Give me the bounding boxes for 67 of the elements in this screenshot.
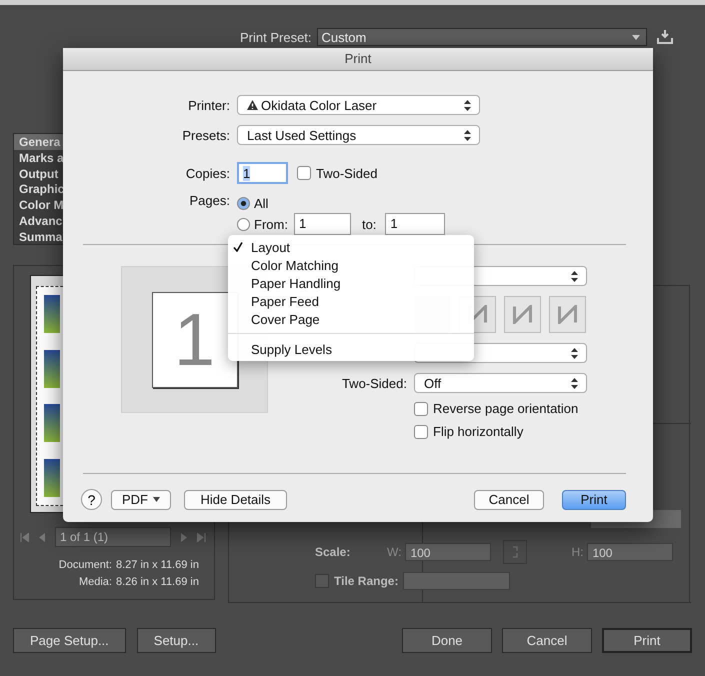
- pages-label: Pages:: [188, 193, 230, 208]
- hide-details-button[interactable]: Hide Details: [184, 490, 287, 510]
- pdf-menu-button[interactable]: PDF: [111, 490, 171, 510]
- stepper-arrows-icon: [571, 348, 578, 358]
- from-page-field[interactable]: 1: [294, 213, 351, 235]
- caret-icon: [153, 497, 160, 502]
- stepper-arrows-icon: [571, 270, 578, 282]
- last-page-icon[interactable]: [197, 532, 206, 542]
- stepper-arrows-icon: [464, 100, 471, 110]
- document-label: Document:: [58, 559, 112, 573]
- option-checkbox[interactable]: [414, 402, 428, 416]
- page-range-label: All: [254, 196, 268, 210]
- dialog-button[interactable]: Done: [402, 628, 492, 653]
- layout-direction-button[interactable]: [549, 296, 586, 333]
- tile-range-checkbox[interactable]: [315, 574, 329, 588]
- to-page-field[interactable]: 1: [385, 213, 446, 235]
- media-size: 8.26 in x 11.69 in: [116, 576, 199, 590]
- cancel-button[interactable]: Cancel: [474, 490, 544, 510]
- dialog-button[interactable]: Print: [602, 628, 692, 653]
- two-sided-select[interactable]: Off: [414, 373, 587, 393]
- previous-page-icon[interactable]: [39, 532, 45, 542]
- print-preset-label: Print Preset:: [240, 30, 312, 44]
- scale-label: Scale:: [315, 545, 352, 559]
- sheet-title: Print: [63, 48, 653, 71]
- print-preset-select[interactable]: Custom: [316, 28, 647, 46]
- option-label: Flip horizontally: [433, 424, 524, 439]
- layout-direction-button[interactable]: [504, 296, 541, 333]
- document-size: 8.27 in x 11.69 in: [116, 559, 199, 573]
- presets-label: Presets:: [181, 128, 230, 142]
- page-preview: 1: [152, 292, 238, 388]
- menu-item[interactable]: Layout: [228, 238, 474, 256]
- printer-label: Printer:: [187, 98, 230, 112]
- height-label: H:: [571, 545, 584, 559]
- dialog-button[interactable]: Page Setup...: [13, 628, 126, 653]
- copies-field[interactable]: 1: [237, 162, 288, 184]
- to-label: to:: [362, 216, 376, 232]
- menu-item[interactable]: Paper Handling: [228, 274, 474, 292]
- height-field[interactable]: 100: [587, 543, 674, 561]
- presets-select[interactable]: Last Used Settings: [237, 125, 480, 145]
- option-checkbox[interactable]: [414, 424, 428, 438]
- first-page-icon[interactable]: [20, 532, 29, 542]
- print-button[interactable]: Print: [562, 490, 626, 510]
- dialog-button[interactable]: Cancel: [502, 628, 592, 653]
- download-icon[interactable]: [656, 30, 673, 44]
- page-number-field[interactable]: 1 of 1 (1): [55, 527, 171, 547]
- tile-range-field[interactable]: [403, 572, 510, 590]
- two-sided-label: Two-Sided: [316, 166, 378, 180]
- caret-icon: [632, 34, 640, 40]
- page-range-radio[interactable]: [237, 196, 250, 210]
- two-sided-checkbox[interactable]: [297, 166, 311, 180]
- two-sided-label: Two-Sided:: [340, 376, 407, 390]
- copies-label: Copies:: [184, 166, 230, 180]
- media-label: Media:: [78, 576, 112, 590]
- page-range-radio[interactable]: [237, 218, 250, 230]
- help-button[interactable]: ?: [81, 489, 102, 510]
- option-label: Reverse page orientation: [433, 401, 578, 416]
- width-field[interactable]: 100: [405, 543, 492, 561]
- page-range-label: From:: [254, 216, 288, 232]
- printer-select[interactable]: Okidata Color Laser: [237, 95, 480, 115]
- width-label: W:: [387, 545, 402, 559]
- menu-item[interactable]: Color Matching: [228, 256, 474, 274]
- tile-range-label: Tile Range:: [334, 574, 398, 588]
- warning-icon: [247, 100, 258, 110]
- next-page-icon[interactable]: [181, 532, 187, 542]
- stepper-arrows-icon: [571, 378, 578, 388]
- dialog-button[interactable]: Setup...: [136, 628, 216, 653]
- stepper-arrows-icon: [464, 130, 471, 140]
